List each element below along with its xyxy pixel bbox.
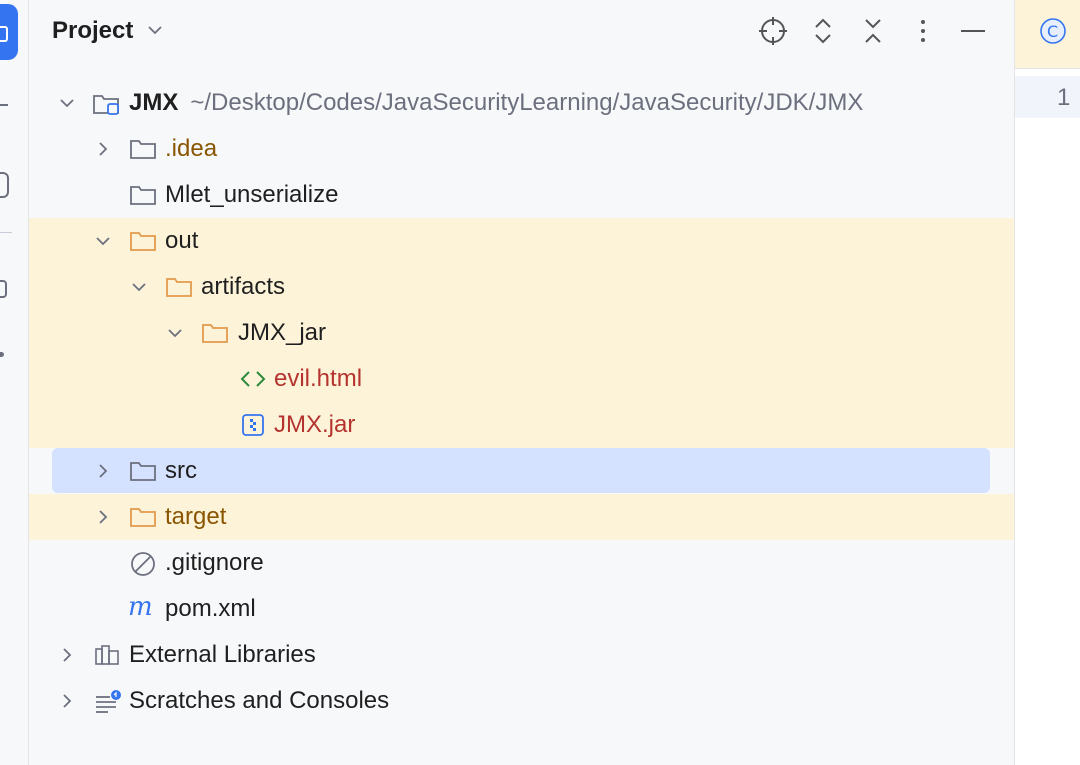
tree-item-label: Mlet_unserialize xyxy=(165,181,339,208)
tree-row-evil-html[interactable]: evil.html xyxy=(29,356,1014,402)
svg-text:C: C xyxy=(1047,22,1058,41)
tree-row-jmx-jar-file[interactable]: JMX.jar xyxy=(29,402,1014,448)
chevron-right-icon[interactable] xyxy=(93,507,113,527)
project-panel: Project JMX ~/Desktop/Codes/JavaSecurity… xyxy=(29,0,1014,765)
scratches-icon xyxy=(94,689,121,713)
html-icon xyxy=(238,367,266,391)
maven-icon: m xyxy=(128,592,154,622)
strip-separator xyxy=(0,232,12,233)
project-tool-icon xyxy=(0,26,8,42)
tool-window-strip xyxy=(0,0,29,765)
tree-row-mlet-unserialize[interactable]: Mlet_unserialize xyxy=(29,172,1014,218)
chevron-right-icon[interactable] xyxy=(57,691,77,711)
collapse-all-icon[interactable] xyxy=(856,14,890,48)
tree-item-label: JMX_jar xyxy=(238,319,327,346)
folder-icon xyxy=(129,229,156,253)
folder-icon xyxy=(129,505,156,529)
svg-text:m: m xyxy=(128,593,153,621)
tree-row-scratches-and-consoles[interactable]: Scratches and Consoles xyxy=(29,678,1014,724)
tree-item-label: src xyxy=(165,457,197,484)
tree-item-label: evil.html xyxy=(274,365,363,392)
folder-icon xyxy=(129,459,156,483)
folder-icon xyxy=(129,137,156,161)
tree-item-label: .idea xyxy=(165,135,218,162)
tree-root-label: JMX ~/Desktop/Codes/JavaSecurityLearning/… xyxy=(129,90,863,116)
tree-item-label: External Libraries xyxy=(129,641,316,668)
tree-row-idea[interactable]: .idea xyxy=(29,126,1014,172)
tree-row-pom-xml[interactable]: m pom.xml xyxy=(29,586,1014,632)
folder-icon xyxy=(129,183,156,207)
commit-tool-icon[interactable] xyxy=(0,104,8,106)
chevron-down-icon[interactable] xyxy=(93,231,113,251)
folder-icon xyxy=(165,275,192,299)
folder-icon xyxy=(201,321,228,345)
root-name: JMX xyxy=(129,89,179,116)
more-options-icon[interactable] xyxy=(906,14,940,48)
more-tools-icon[interactable] xyxy=(0,352,4,357)
panel-title-label: Project xyxy=(52,17,134,44)
tree-row-gitignore[interactable]: .gitignore xyxy=(29,540,1014,586)
tree-row-jmx-jar-folder[interactable]: JMX_jar xyxy=(29,310,1014,356)
expand-all-icon[interactable] xyxy=(806,14,840,48)
module-folder-icon xyxy=(92,91,119,115)
chevron-right-icon[interactable] xyxy=(93,461,113,481)
chevron-down-icon[interactable] xyxy=(57,93,77,113)
chevron-down-icon[interactable] xyxy=(129,277,149,297)
line-number: 1 xyxy=(1057,84,1071,111)
tree-item-label: .gitignore xyxy=(165,549,264,576)
tree-row-src[interactable]: src xyxy=(29,448,1014,494)
panel-header: Project xyxy=(29,0,1014,64)
root-path: ~/Desktop/Codes/JavaSecurityLearning/Jav… xyxy=(190,89,864,116)
hide-icon[interactable] xyxy=(956,14,990,48)
library-icon xyxy=(94,643,120,667)
tree-row-target[interactable]: target xyxy=(29,494,1014,540)
chevron-down-icon xyxy=(146,18,164,46)
chevron-down-icon[interactable] xyxy=(165,323,185,343)
tree-item-label: artifacts xyxy=(201,273,286,300)
chevron-right-icon[interactable] xyxy=(57,645,77,665)
pull-requests-tool-icon[interactable] xyxy=(0,172,9,198)
tree-row-root[interactable]: JMX ~/Desktop/Codes/JavaSecurityLearning/… xyxy=(29,80,1014,126)
locate-icon[interactable] xyxy=(756,14,790,48)
project-view-selector[interactable]: Project xyxy=(52,17,164,46)
tree-row-artifacts[interactable]: artifacts xyxy=(29,264,1014,310)
class-icon: C xyxy=(1039,17,1067,50)
project-tool-button[interactable] xyxy=(0,4,18,60)
editor-tab[interactable]: C xyxy=(1015,0,1080,69)
tree-item-label: pom.xml xyxy=(165,595,256,622)
jar-icon xyxy=(240,413,266,437)
tree-item-label: target xyxy=(165,503,227,530)
ignore-file-icon xyxy=(130,551,156,576)
tree-item-label: Scratches and Consoles xyxy=(129,687,390,714)
tree-item-label: out xyxy=(165,227,199,254)
tree-row-out[interactable]: out xyxy=(29,218,1014,264)
tree-item-label: JMX.jar xyxy=(274,411,356,438)
structure-tool-icon[interactable] xyxy=(0,280,7,298)
tree-row-external-libraries[interactable]: External Libraries xyxy=(29,632,1014,678)
chevron-right-icon[interactable] xyxy=(93,139,113,159)
editor-area: C 1 xyxy=(1014,0,1080,765)
